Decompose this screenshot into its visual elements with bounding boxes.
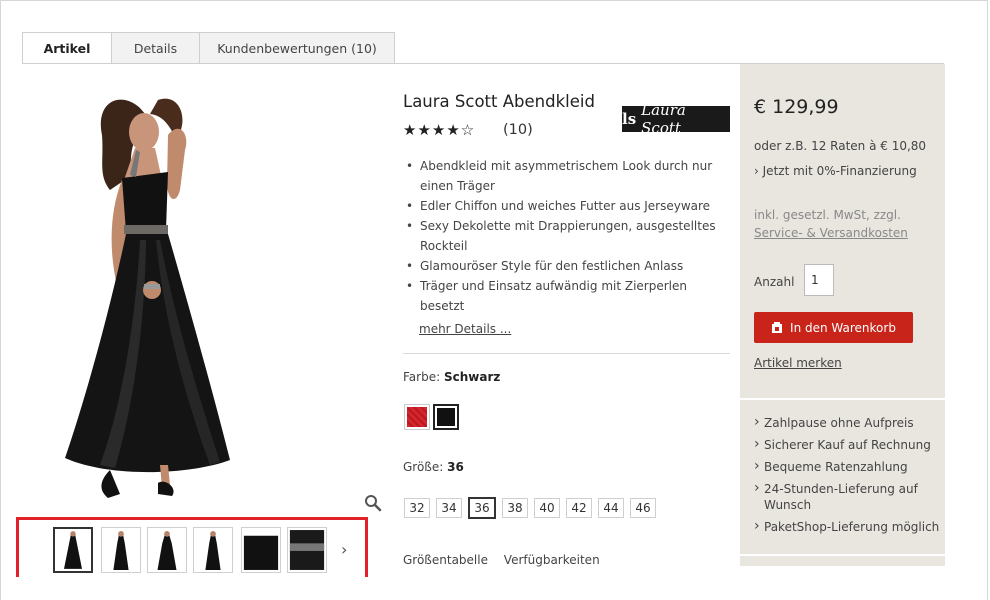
- buy-box-footer: [740, 556, 945, 566]
- size-option[interactable]: 38: [502, 498, 528, 518]
- size-option[interactable]: 46: [630, 498, 656, 518]
- divider: [403, 353, 730, 354]
- financing-link[interactable]: › Jetzt mit 0%-Finanzierung: [754, 164, 917, 178]
- service-shipping-link[interactable]: Service- & Versandkosten: [754, 226, 908, 240]
- tab-details[interactable]: Details: [111, 32, 200, 63]
- benefit-list: Zahlpause ohne Aufpreis Sicherer Kauf au…: [754, 415, 942, 542]
- thumbnail-4[interactable]: [193, 527, 233, 573]
- add-to-cart-label: In den Warenkorb: [790, 320, 896, 335]
- rating-stars[interactable]: ★★★★☆: [403, 121, 475, 139]
- thumbnail-1[interactable]: [53, 527, 93, 573]
- size-option[interactable]: 32: [404, 498, 430, 518]
- more-details-link[interactable]: mehr Details ...: [419, 322, 511, 336]
- remember-article-link[interactable]: Artikel merken: [754, 356, 842, 370]
- tab-artikel[interactable]: Artikel: [22, 32, 112, 64]
- price: € 129,99: [754, 96, 839, 118]
- size-option[interactable]: 44: [598, 498, 624, 518]
- feature-item: Träger und Einsatz aufwändig mit Zierper…: [406, 276, 735, 316]
- color-label: Farbe: Schwarz: [403, 370, 500, 384]
- size-chart-link[interactable]: Größentabelle: [403, 553, 488, 567]
- color-value: Schwarz: [443, 370, 501, 384]
- feature-item: Abendkleid mit asymmetrischem Look durch…: [406, 156, 735, 196]
- magnifier-icon[interactable]: [364, 494, 382, 512]
- size-value: 36: [447, 460, 464, 474]
- size-option[interactable]: 34: [436, 498, 462, 518]
- add-to-cart-button[interactable]: In den Warenkorb: [754, 312, 913, 343]
- tab-kundenbewertungen[interactable]: Kundenbewertungen (10): [199, 32, 395, 63]
- benefit-item[interactable]: Zahlpause ohne Aufpreis: [754, 415, 942, 432]
- tax-note: inkl. gesetzl. MwSt, zzgl.: [754, 208, 901, 222]
- brand-logo[interactable]: ls Laura Scott: [622, 101, 730, 137]
- benefit-item[interactable]: Sicherer Kauf auf Rechnung: [754, 437, 942, 454]
- size-option[interactable]: 40: [534, 498, 560, 518]
- brand-monogram: ls: [622, 110, 637, 128]
- swatch-black-fill: [437, 408, 455, 426]
- thumbnail-5[interactable]: [241, 527, 281, 573]
- feature-item: Edler Chiffon und weiches Futter aus Jer…: [406, 196, 735, 216]
- thumbnail-strip: ›: [16, 517, 368, 577]
- feature-item: Glamouröser Style für den festlichen Anl…: [406, 256, 735, 276]
- size-label: Größe: 36: [403, 460, 464, 474]
- chevron-right-icon[interactable]: ›: [341, 540, 347, 559]
- benefit-item[interactable]: Bequeme Ratenzahlung: [754, 459, 942, 476]
- color-label-text: Farbe:: [403, 370, 441, 384]
- installments-text: oder z.B. 12 Raten à € 10,80: [754, 139, 927, 153]
- product-title: Laura Scott Abendkleid: [403, 92, 595, 111]
- size-selector: 32 34 36 38 40 42 44 46: [404, 497, 662, 519]
- benefit-item[interactable]: PaketShop-Lieferung möglich: [754, 519, 942, 536]
- brand-name: Laura Scott: [641, 101, 686, 137]
- size-option[interactable]: 42: [566, 498, 592, 518]
- size-links: Größentabelle Verfügbarkeiten: [403, 553, 612, 567]
- thumbnail-2[interactable]: [101, 527, 141, 573]
- quantity-input[interactable]: [804, 264, 834, 296]
- rating-count[interactable]: (10): [503, 122, 533, 138]
- chevron-right-icon: ›: [754, 164, 759, 178]
- availability-link[interactable]: Verfügbarkeiten: [504, 553, 600, 567]
- benefit-item[interactable]: 24-Stunden-Lieferung auf Wunsch: [754, 481, 942, 513]
- swatch-red-fill: [407, 407, 427, 427]
- feature-item: Sexy Dekolette mit Drappierungen, ausges…: [406, 216, 735, 256]
- thumbnail-3[interactable]: [147, 527, 187, 573]
- swatch-red[interactable]: [404, 404, 430, 430]
- tab-bar: Artikel Details Kundenbewertungen (10): [22, 32, 395, 64]
- cart-icon: [772, 321, 783, 333]
- quantity-label: Anzahl: [754, 275, 795, 289]
- swatch-black[interactable]: [433, 404, 459, 430]
- size-label-text: Größe:: [403, 460, 444, 474]
- feature-list: Abendkleid mit asymmetrischem Look durch…: [403, 156, 735, 316]
- financing-link-label: Jetzt mit 0%-Finanzierung: [762, 164, 917, 178]
- thumbnail-6[interactable]: [287, 527, 327, 573]
- size-option-selected[interactable]: 36: [468, 497, 496, 519]
- product-image[interactable]: [40, 80, 290, 510]
